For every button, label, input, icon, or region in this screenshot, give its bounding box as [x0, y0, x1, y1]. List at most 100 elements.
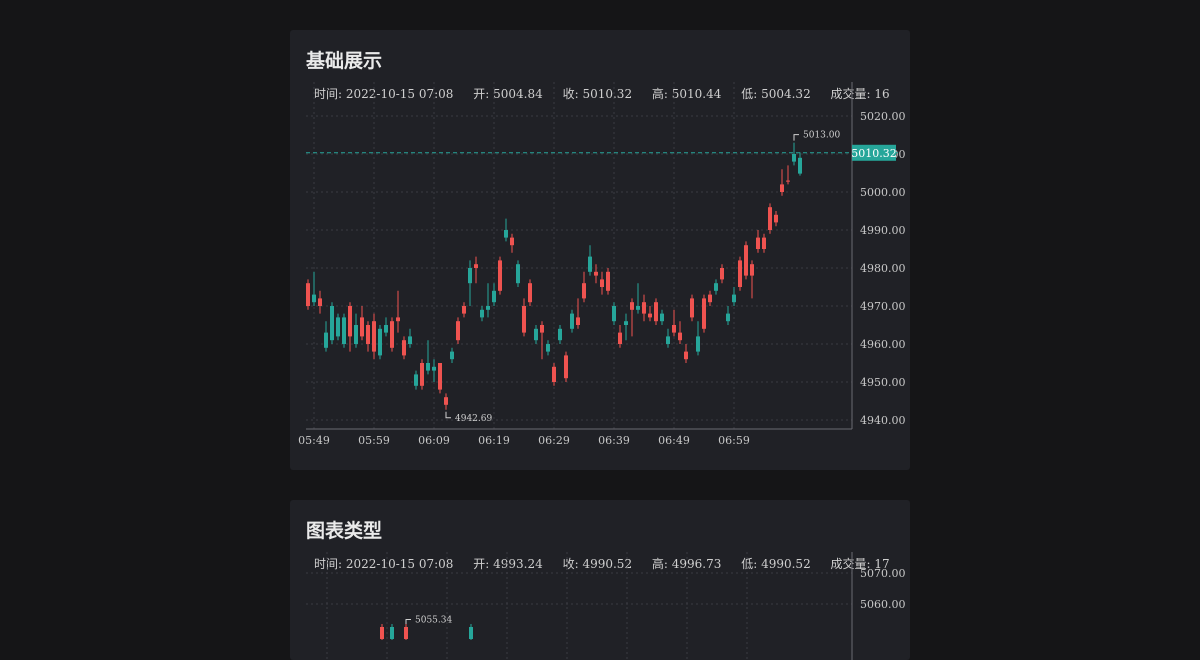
candle-body	[378, 328, 382, 356]
candle-body	[762, 237, 766, 249]
candle-body	[510, 237, 514, 246]
candle-body	[348, 306, 352, 337]
kline-panel-basic: 基础展示 时间: 2022-10-15 07:08 开: 5004.84 收: …	[290, 30, 910, 470]
candle-body	[786, 180, 790, 182]
candle-body	[504, 230, 508, 238]
y-tick-label: 4950.00	[860, 376, 906, 389]
candle-body	[546, 344, 550, 352]
candle-body	[696, 336, 700, 352]
y-tick-label: 4960.00	[860, 338, 906, 351]
candle-body	[468, 268, 472, 284]
x-tick-label: 06:59	[718, 434, 750, 447]
candle-body	[380, 627, 384, 639]
candle-body	[474, 264, 478, 268]
candle-body	[498, 260, 502, 291]
x-tick-label: 06:49	[658, 434, 690, 447]
candle-body	[408, 336, 412, 344]
candle-body	[469, 627, 473, 639]
candle-body	[360, 317, 364, 337]
candle-body	[624, 321, 628, 325]
candle-body	[384, 325, 388, 333]
candle-body	[552, 366, 556, 382]
y-tick-label: 4970.00	[860, 300, 906, 313]
y-tick-label: 4980.00	[860, 262, 906, 275]
candle-body	[798, 157, 802, 174]
max-label: 5013.00	[803, 131, 840, 141]
candle-body	[576, 317, 580, 325]
candle-body	[450, 351, 454, 360]
candle-body	[486, 306, 490, 310]
candle-body	[570, 313, 574, 329]
x-tick-label: 05:59	[358, 434, 390, 447]
max-marker	[405, 618, 411, 626]
candle-body	[648, 313, 652, 318]
y-tick-label: 5060.00	[860, 598, 906, 611]
candle-body	[312, 294, 316, 303]
candle-body	[738, 260, 742, 287]
candle-body	[564, 355, 568, 379]
candle-body	[324, 332, 328, 348]
candle-body	[444, 397, 448, 405]
candle-body	[618, 332, 622, 344]
candle-body	[582, 283, 586, 299]
candle-body	[636, 306, 640, 310]
candle-body	[558, 328, 562, 341]
candle-body	[414, 374, 418, 386]
min-marker	[445, 411, 451, 419]
candle-body	[768, 207, 772, 230]
candle-body	[660, 313, 664, 322]
candle-body	[606, 271, 610, 291]
kline-panel-types: 图表类型 时间: 2022-10-15 07:08 开: 4993.24 收: …	[290, 500, 910, 660]
candle-body	[528, 283, 532, 303]
candle-body	[336, 317, 340, 337]
y-tick-label: 4940.00	[860, 414, 906, 427]
candle-body	[432, 366, 436, 371]
y-tick-label: 4990.00	[860, 224, 906, 237]
candle-body	[420, 363, 424, 386]
candle-body	[438, 363, 442, 390]
last-price-label: 5010.32	[851, 147, 897, 160]
candle-body	[744, 245, 748, 276]
candle-body	[492, 290, 496, 303]
candle-body	[390, 321, 394, 348]
candle-body	[366, 325, 370, 344]
y-tick-label: 5000.00	[860, 186, 906, 199]
candle-body	[516, 264, 520, 284]
candle-body	[396, 317, 400, 322]
candlestick-chart[interactable]: 5060.00 5070.00 5055.34	[290, 500, 910, 660]
candle-body	[774, 214, 778, 223]
candle-body	[666, 336, 670, 344]
candle-body	[462, 306, 466, 314]
candle-body	[594, 271, 598, 276]
candle-body	[372, 321, 376, 352]
candle-body	[720, 268, 724, 280]
candle-body	[588, 256, 592, 272]
candle-body	[390, 627, 394, 639]
min-label: 4942.69	[455, 414, 492, 424]
x-tick-label: 06:29	[538, 434, 570, 447]
candle-body	[732, 294, 736, 303]
candle-body	[540, 325, 544, 333]
candle-body	[756, 237, 760, 249]
candle-body	[404, 627, 408, 639]
x-tick-label: 06:09	[418, 434, 450, 447]
candle-body	[318, 298, 322, 306]
y-tick-label: 5070.00	[860, 567, 906, 580]
candle-body	[354, 325, 358, 344]
x-tick-label: 05:49	[298, 434, 330, 447]
candle-body	[480, 309, 484, 318]
max-label: 5055.34	[415, 615, 452, 625]
candle-body	[426, 363, 430, 371]
candle-body	[522, 306, 526, 333]
candle-body	[750, 264, 754, 276]
candle-body	[714, 283, 718, 291]
candle-body	[708, 294, 712, 303]
candle-body	[654, 302, 658, 322]
candle-body	[684, 351, 688, 360]
candle-body	[600, 279, 604, 287]
candle-body	[690, 298, 694, 318]
candlestick-chart[interactable]: 4940.00 4950.00 4960.00 4970.00 4980.00 4990.…	[290, 30, 910, 470]
candle-body	[780, 184, 784, 192]
candle-body	[642, 302, 646, 314]
y-tick-label: 5020.00	[860, 110, 906, 123]
